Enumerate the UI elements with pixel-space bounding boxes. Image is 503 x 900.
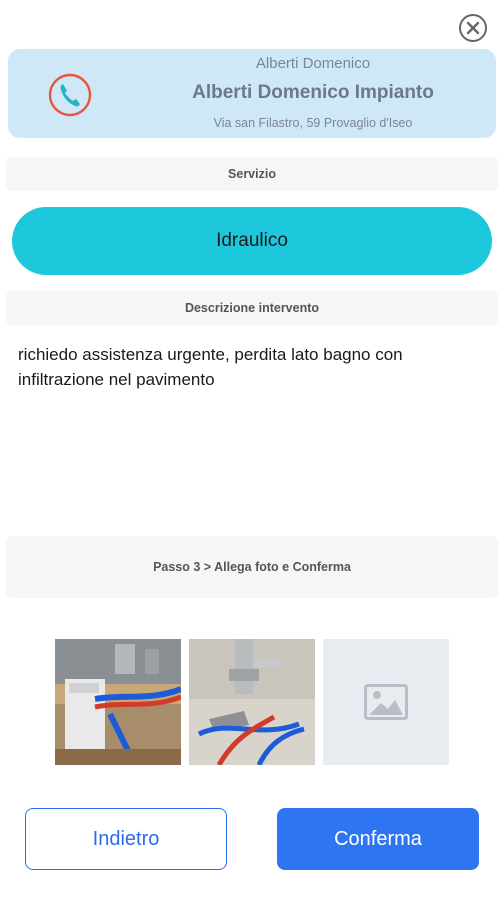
photo-faucet-image [189,639,315,765]
provider-name-small: Alberti Domenico [255,55,371,72]
description-section-label: Descrizione intervento [6,291,498,325]
close-button[interactable] [459,14,487,42]
step-label: Passo 3 > Allega foto e Conferma [6,536,498,598]
attached-photo-2[interactable] [189,639,315,765]
provider-address: Via san Filastro, 59 Provaglio d'Iseo [213,116,413,130]
image-placeholder-icon [364,684,408,720]
photo-pipes-image [55,639,181,765]
confirm-button[interactable]: Conferma [277,808,479,870]
phone-icon[interactable] [47,72,93,118]
add-photo-placeholder[interactable] [323,639,449,765]
attached-photo-1[interactable] [55,639,181,765]
provider-name: Alberti Domenico Impianto [192,82,434,103]
back-button[interactable]: Indietro [25,808,227,870]
close-icon [466,21,480,35]
service-selector-button[interactable]: Idraulico [12,207,492,275]
service-section-label: Servizio [6,157,498,191]
description-text[interactable]: richiedo assistenza urgente, perdita lat… [18,342,486,392]
